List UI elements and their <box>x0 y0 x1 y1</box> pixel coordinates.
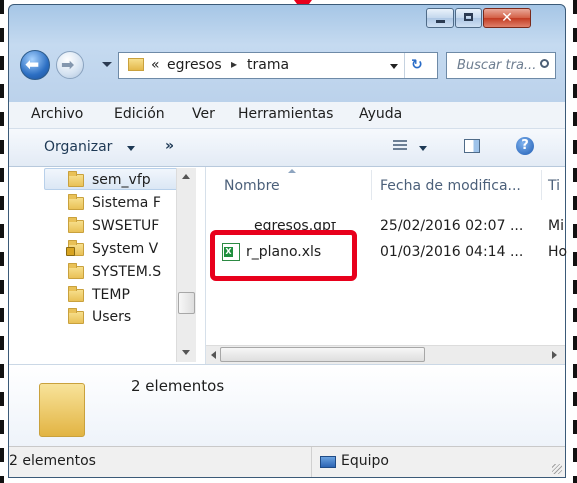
file-date: 25/02/2016 02:07 ... <box>380 218 524 234</box>
locked-folder-icon <box>66 239 84 256</box>
right-edge-marker <box>573 0 577 483</box>
more-commands-button[interactable]: » <box>165 138 174 154</box>
tree-item-label: Sistema F <box>92 195 161 211</box>
file-list-scrollbar[interactable] <box>206 345 565 364</box>
folder-icon <box>68 193 84 210</box>
tree-item-system-volume[interactable]: System V <box>66 238 159 260</box>
folder-icon <box>68 285 84 302</box>
change-view-dropdown-icon[interactable] <box>419 146 427 151</box>
tree-item-users[interactable]: Users <box>68 307 131 327</box>
folder-icon <box>68 216 84 233</box>
resize-grip-icon[interactable] <box>552 464 562 474</box>
tree-item-label: Users <box>92 309 132 325</box>
column-divider[interactable] <box>371 170 372 200</box>
forward-arrow-icon: ➡ <box>61 55 75 74</box>
egresos-partial-label: egresos.dbf <box>254 222 336 230</box>
address-bar[interactable]: « egresos ▸ trama ↻ <box>118 52 438 79</box>
organize-dropdown-icon[interactable] <box>127 146 135 151</box>
preview-pane-icon[interactable] <box>464 139 480 153</box>
file-type: Ho <box>548 244 568 260</box>
tree-item-swsetup[interactable]: SWSETUF <box>68 215 159 237</box>
status-location: Equipo <box>341 453 389 469</box>
close-button[interactable]: ✕ <box>483 8 531 28</box>
scroll-up-icon[interactable] <box>182 174 190 179</box>
file-list-scroll-thumb[interactable] <box>220 347 425 362</box>
left-edge-marker <box>0 0 4 483</box>
column-divider[interactable] <box>541 170 542 200</box>
maximize-button[interactable] <box>455 8 482 28</box>
menu-ayuda[interactable]: Ayuda <box>359 106 402 122</box>
folder-icon <box>68 170 84 187</box>
status-item-count: 2 elementos <box>9 453 96 469</box>
organize-button[interactable]: Organizar <box>44 139 112 155</box>
large-folder-icon <box>39 383 85 437</box>
tree-item-label: sem_vfp <box>92 172 151 188</box>
folder-icon <box>128 58 144 71</box>
breadcrumb-parent[interactable]: egresos <box>167 57 222 73</box>
folder-icon <box>68 262 84 279</box>
maximize-icon <box>464 13 473 21</box>
minimize-icon <box>436 20 445 23</box>
tree-scrollbar[interactable] <box>176 168 196 362</box>
menu-ver[interactable]: Ver <box>192 106 215 122</box>
menu-archivo[interactable]: Archivo <box>31 106 83 122</box>
status-bar: 2 elementos Equipo <box>9 446 565 477</box>
scroll-down-icon[interactable] <box>182 350 190 355</box>
folder-icon <box>68 307 84 324</box>
tree-item-label: SWSETUF <box>92 218 160 234</box>
details-pane: 2 elementos <box>9 364 565 447</box>
tree-item-label: SYSTEM.S <box>92 264 162 280</box>
tree-scroll-thumb[interactable] <box>178 292 195 314</box>
back-button[interactable]: ⬅ <box>20 50 50 80</box>
tree-item-sem-vfp[interactable]: sem_vfp <box>68 169 151 191</box>
scroll-right-icon[interactable] <box>552 351 557 359</box>
file-date: 01/03/2016 04:14 ... <box>380 244 524 260</box>
tree-item-system-s[interactable]: SYSTEM.S <box>68 261 161 283</box>
details-item-count: 2 elementos <box>131 377 225 395</box>
tree-item-label: System V <box>92 241 159 257</box>
breadcrumb-separator-icon[interactable]: ▸ <box>231 57 237 71</box>
file-type: Mi <box>548 218 564 234</box>
address-divider <box>404 53 405 78</box>
search-placeholder[interactable]: Buscar tra... <box>457 58 536 73</box>
minimize-button[interactable] <box>426 8 454 28</box>
scroll-left-icon[interactable] <box>211 351 216 359</box>
change-view-icon[interactable] <box>393 140 407 152</box>
column-header-name[interactable]: Nombre <box>224 178 280 194</box>
tree-item-sistema[interactable]: Sistema F <box>68 192 161 214</box>
back-arrow-icon: ⬅ <box>25 55 40 75</box>
tree-item-temp[interactable]: TEMP <box>68 284 130 306</box>
search-icon[interactable] <box>540 59 549 68</box>
computer-icon <box>320 456 336 468</box>
search-box[interactable]: Buscar tra... <box>446 52 556 79</box>
address-dropdown-icon[interactable] <box>390 64 398 69</box>
status-divider <box>311 447 312 477</box>
tree-clip <box>9 349 185 364</box>
breadcrumb-current[interactable]: trama <box>247 57 289 73</box>
highlight-box <box>210 230 357 281</box>
sort-ascending-icon <box>288 169 296 173</box>
refresh-icon[interactable]: ↻ <box>411 57 423 73</box>
column-header-type[interactable]: Ti <box>548 178 560 194</box>
menu-bar: Archivo Edición Ver Herramientas Ayuda <box>9 102 565 129</box>
column-header-date[interactable]: Fecha de modifica... <box>380 178 521 194</box>
menu-edicion[interactable]: Edición <box>114 106 165 122</box>
breadcrumb-overflow[interactable]: « <box>151 57 160 73</box>
forward-button[interactable]: ➡ <box>56 51 84 79</box>
command-bar: Organizar » ? <box>9 129 565 167</box>
lock-icon <box>66 246 75 256</box>
recent-pages-chevron-icon[interactable] <box>102 62 112 67</box>
menu-herramientas[interactable]: Herramientas <box>238 106 333 122</box>
close-icon: ✕ <box>501 10 513 26</box>
help-icon[interactable]: ? <box>516 137 534 155</box>
tree-item-label: TEMP <box>92 287 130 303</box>
